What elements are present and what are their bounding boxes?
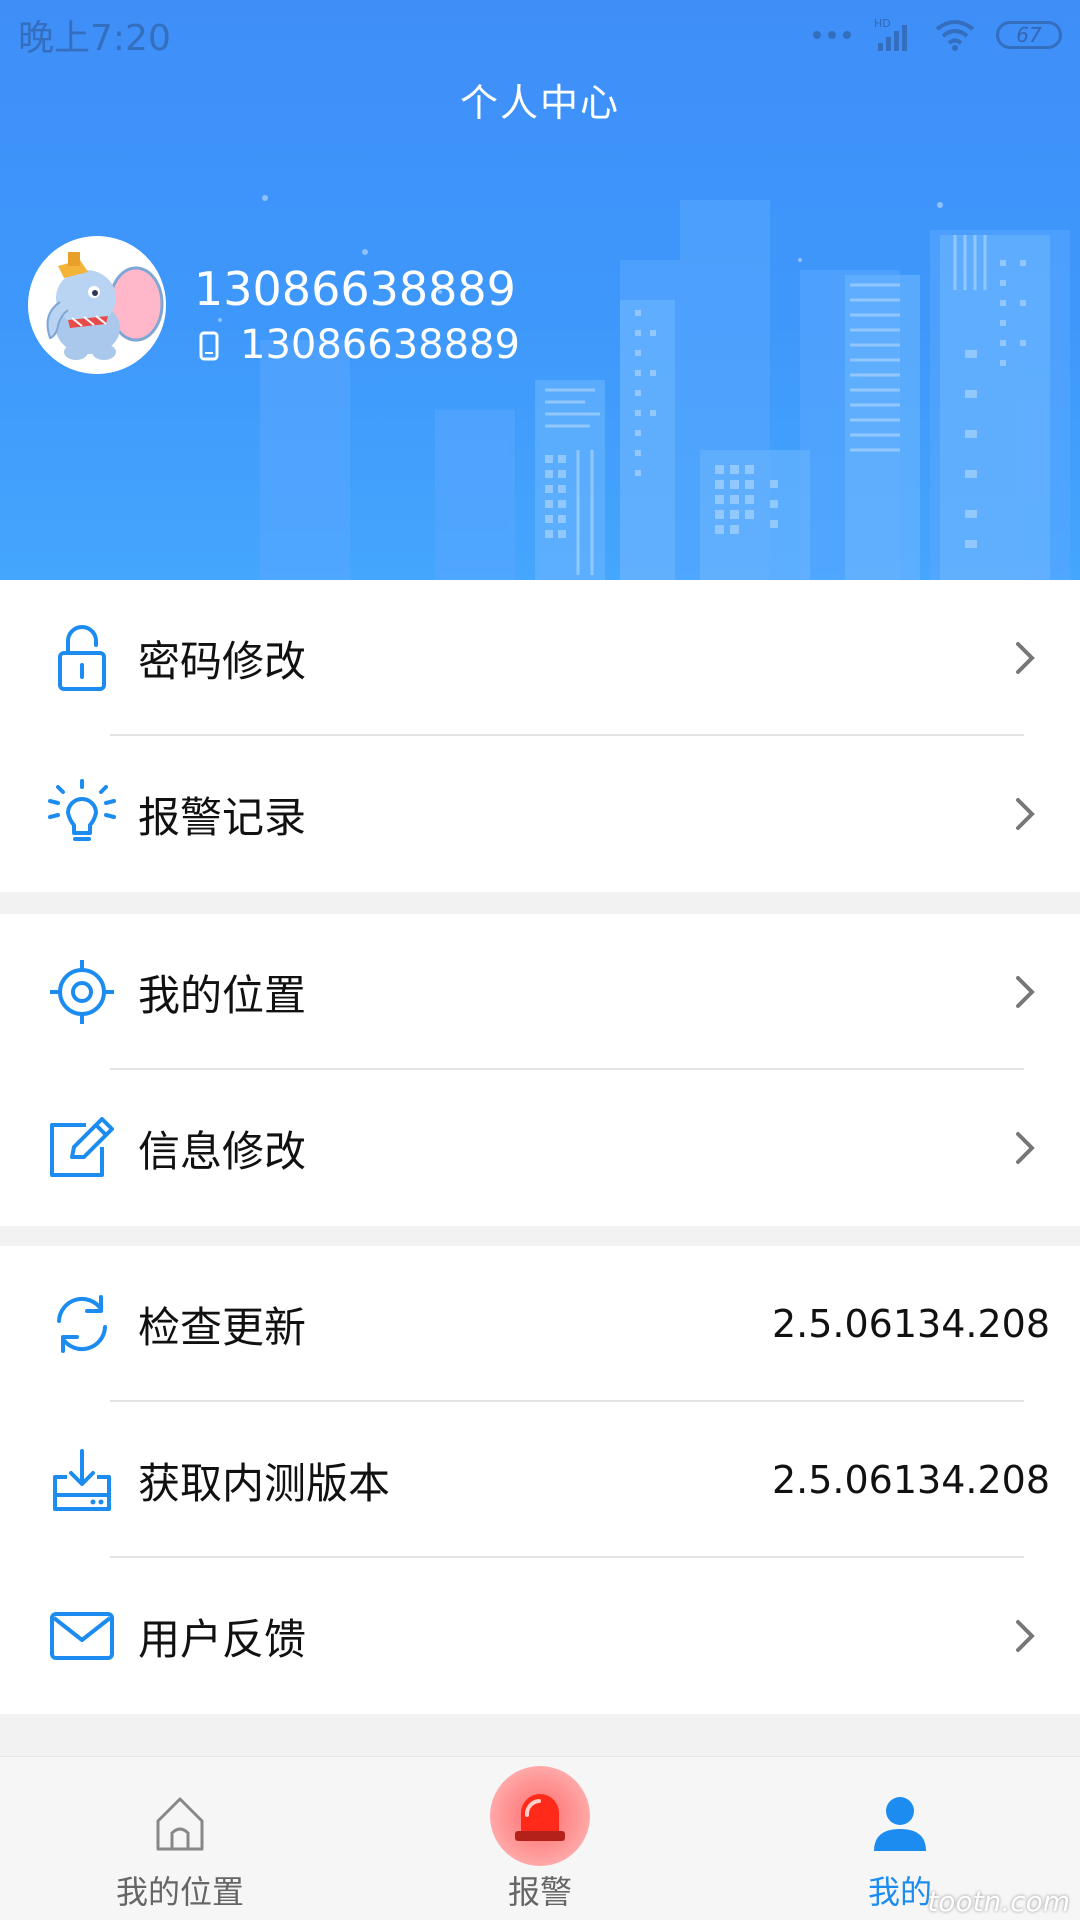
refresh-icon <box>44 1286 120 1362</box>
chevron-right-icon <box>1016 1132 1035 1164</box>
signal-icon: HD <box>874 17 907 51</box>
avatar[interactable] <box>28 236 166 374</box>
nav-tab-my-location[interactable]: 我的位置 <box>80 1757 280 1920</box>
profile-header: 晚上7:20 HD 67 个人中心 13086638889 1308663888… <box>0 0 1080 580</box>
svg-text:HD: HD <box>874 17 891 30</box>
status-bar: 晚上7:20 HD 67 <box>0 0 1080 70</box>
nav-label: 我的位置 <box>115 1873 244 1911</box>
watermark: tootn.com <box>927 1885 1070 1918</box>
phone-icon <box>199 331 219 361</box>
status-icons: HD 67 <box>812 17 1062 53</box>
nav-label: 报警 <box>507 1873 572 1911</box>
chevron-right-icon <box>1016 798 1035 830</box>
battery-indicator: 67 <box>996 21 1062 49</box>
menu-group-profile: 我的位置 信息修改 <box>0 914 1080 1226</box>
alarm-button[interactable] <box>490 1766 590 1866</box>
menu-group-account: 密码修改 报警记录 <box>0 580 1080 892</box>
user-name: 13086638889 <box>194 262 516 316</box>
menu-item-password[interactable]: 密码修改 <box>0 580 1080 736</box>
nav-label: 我的 <box>867 1873 932 1911</box>
lock-icon <box>44 620 120 696</box>
menu-item-beta-version[interactable]: 获取内测版本 2.5.06134.208 <box>0 1402 1080 1558</box>
user-icon <box>874 1797 926 1851</box>
bulb-icon <box>44 776 120 852</box>
menu-item-label: 检查更新 <box>138 1302 307 1352</box>
mail-icon <box>44 1598 120 1674</box>
menu-item-alarm-records[interactable]: 报警记录 <box>0 736 1080 892</box>
chevron-right-icon <box>1016 1620 1035 1652</box>
menu-item-edit-info[interactable]: 信息修改 <box>0 1070 1080 1226</box>
menu-item-label: 信息修改 <box>138 1126 307 1176</box>
menu-item-check-update[interactable]: 检查更新 2.5.06134.208 <box>0 1246 1080 1402</box>
version-value: 2.5.06134.208 <box>771 1302 1050 1346</box>
wifi-icon <box>935 20 975 51</box>
alarm-light-icon <box>515 1794 565 1841</box>
home-icon <box>156 1797 204 1851</box>
menu-item-label: 我的位置 <box>138 970 307 1020</box>
download-icon <box>44 1442 120 1518</box>
user-phone-row: 13086638889 <box>194 322 520 368</box>
page-title: 个人中心 <box>459 81 620 125</box>
menu-group-app: 检查更新 2.5.06134.208 获取内测版本 2.5.06134.208 … <box>0 1246 1080 1714</box>
menu-item-my-location[interactable]: 我的位置 <box>0 914 1080 1070</box>
menu-item-label: 用户反馈 <box>138 1614 307 1664</box>
chevron-right-icon <box>1016 976 1035 1008</box>
menu-item-label: 获取内测版本 <box>138 1458 391 1508</box>
menu-item-feedback[interactable]: 用户反馈 <box>0 1558 1080 1714</box>
chevron-right-icon <box>1016 642 1035 674</box>
user-phone: 13086638889 <box>240 322 520 368</box>
edit-icon <box>44 1110 120 1186</box>
menu-item-label: 报警记录 <box>138 792 307 842</box>
target-icon <box>44 954 120 1030</box>
status-time: 晚上7:20 <box>18 18 171 59</box>
battery-level: 67 <box>1016 23 1042 47</box>
menu-item-label: 密码修改 <box>138 636 307 686</box>
elephant-avatar-icon <box>28 236 166 374</box>
more-dots-icon <box>813 31 851 39</box>
version-value: 2.5.06134.208 <box>771 1458 1050 1502</box>
